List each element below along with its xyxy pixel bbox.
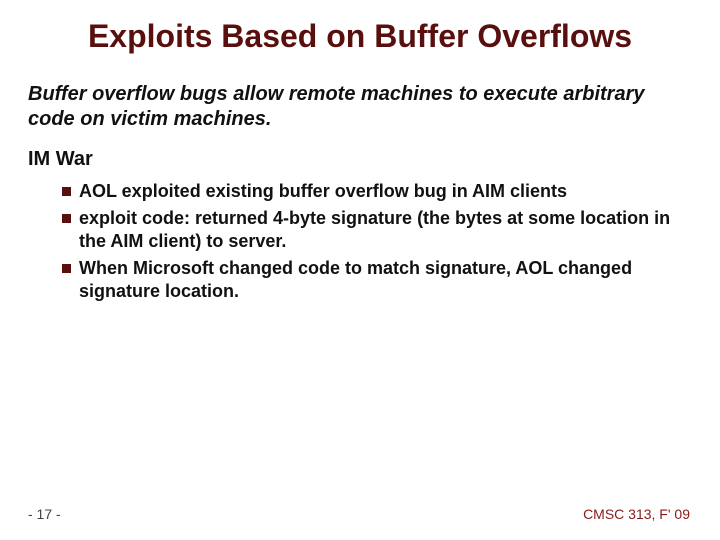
bullet-text: exploit code: returned 4-byte signature … [79,207,680,253]
slide-title: Exploits Based on Buffer Overflows [0,18,720,55]
bullet-text: AOL exploited existing buffer overflow b… [79,180,680,203]
bullet-square-icon [62,187,71,196]
section-heading: IM War [28,148,93,171]
slide-subtitle: Buffer overflow bugs allow remote machin… [28,82,690,132]
bullet-text: When Microsoft changed code to match sig… [79,257,680,303]
list-item: AOL exploited existing buffer overflow b… [62,180,680,203]
bullet-square-icon [62,214,71,223]
page-number: - 17 - [28,506,61,522]
list-item: When Microsoft changed code to match sig… [62,257,680,303]
bullet-list: AOL exploited existing buffer overflow b… [62,180,680,307]
slide: Exploits Based on Buffer Overflows Buffe… [0,0,720,540]
bullet-square-icon [62,264,71,273]
course-label: CMSC 313, F' 09 [583,506,690,522]
list-item: exploit code: returned 4-byte signature … [62,207,680,253]
